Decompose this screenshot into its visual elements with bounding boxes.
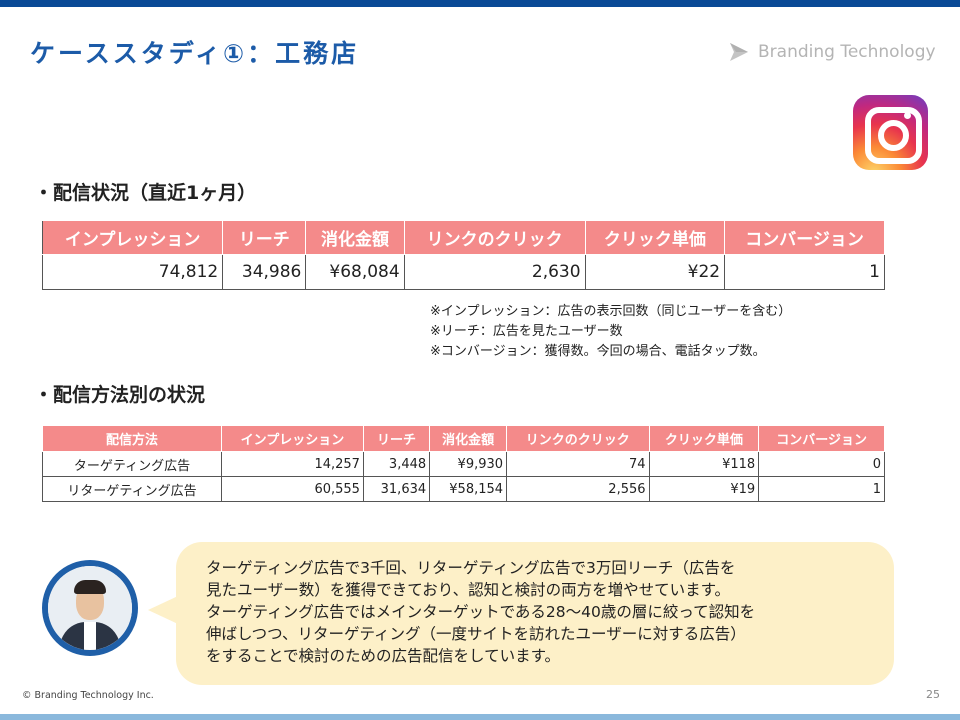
cell-cpc: ¥118: [648, 451, 760, 477]
cell-impressions: 74,812: [41, 254, 224, 290]
note-impressions: ※インプレッション：広告の表示回数（同じユーザーを含む）: [430, 304, 792, 319]
instagram-icon: [853, 95, 928, 170]
cell-impressions: 14,257: [221, 451, 364, 477]
column-header-cpc: クリック単価: [584, 220, 726, 255]
cell-conversions: 1: [724, 254, 885, 290]
cell-method: ターゲティング広告: [42, 451, 222, 477]
cell-spend: ¥9,930: [429, 451, 508, 477]
cell-spend: ¥58,154: [429, 476, 508, 502]
cell-cpc: ¥22: [584, 254, 726, 290]
top-accent-bar: [0, 0, 960, 7]
comment-line: 伸ばしつつ、リターゲティング（一度サイトを訪れたユーザーに対する広告）: [206, 625, 746, 643]
section-heading-overview: ・配信状況（直近1ヶ月）: [34, 182, 257, 204]
copyright-footer: © Branding Technology Inc.: [22, 690, 154, 701]
by-method-table: 配信方法 インプレッション リーチ 消化金額 リンクのクリック クリック単価 コ…: [42, 425, 885, 502]
column-header-spend: 消化金額: [305, 220, 405, 255]
cell-method: リターゲティング広告: [42, 476, 222, 502]
comment-text: ターゲティング広告で3千回、リターゲティング広告で3万回リーチ（広告を 見たユー…: [206, 557, 886, 667]
cell-reach: 3,448: [362, 451, 431, 477]
comment-line: をすることで検討のための広告配信をしています。: [206, 647, 561, 665]
branding-technology-logo-icon: [730, 43, 748, 61]
cell-spend: ¥68,084: [305, 254, 405, 290]
slide-title: ケーススタディ①：工務店: [30, 39, 360, 68]
speech-bubble-tail: [148, 596, 178, 624]
comment-line: ターゲティング広告ではメインターゲットである28〜40歳の層に絞って認知を: [206, 603, 756, 621]
column-header-spend: 消化金額: [429, 425, 508, 452]
column-header-reach: リーチ: [362, 425, 431, 452]
cell-conversions: 1: [758, 476, 885, 502]
page-number: 25: [926, 688, 940, 701]
comment-line: 見たユーザー数）を獲得できており、認知と検討の両方を増やせています。: [206, 581, 731, 599]
comment-line: ターゲティング広告で3千回、リターゲティング広告で3万回リーチ（広告を: [206, 559, 736, 577]
logo-text: Branding Technology: [758, 42, 936, 62]
note-reach: ※リーチ：広告を見たユーザー数: [430, 324, 623, 339]
overview-table-header-row: インプレッション リーチ 消化金額 リンクのクリック クリック単価 コンバージョ…: [41, 220, 885, 255]
column-header-reach: リーチ: [222, 220, 307, 255]
cell-reach: 34,986: [222, 254, 307, 290]
table-row: ターゲティング広告 14,257 3,448 ¥9,930 74 ¥118 0: [42, 451, 885, 477]
cell-link-clicks: 74: [506, 451, 650, 477]
company-logo: Branding Technology: [728, 40, 936, 64]
column-header-conversions: コンバージョン: [724, 220, 885, 255]
cell-link-clicks: 2,630: [403, 254, 586, 290]
bottom-accent-bar: [0, 714, 960, 720]
speech-bubble: ターゲティング広告で3千回、リターゲティング広告で3万回リーチ（広告を 見たユー…: [176, 542, 894, 685]
column-header-method: 配信方法: [42, 425, 222, 452]
overview-table: インプレッション リーチ 消化金額 リンクのクリック クリック単価 コンバージョ…: [41, 220, 885, 290]
column-header-link-clicks: リンクのクリック: [506, 425, 650, 452]
column-header-cpc: クリック単価: [648, 425, 760, 452]
column-header-conversions: コンバージョン: [758, 425, 885, 452]
column-header-impressions: インプレッション: [221, 425, 364, 452]
cell-reach: 31,634: [362, 476, 431, 502]
table-row: リターゲティング広告 60,555 31,634 ¥58,154 2,556 ¥…: [42, 476, 885, 502]
cell-conversions: 0: [758, 451, 885, 477]
column-header-link-clicks: リンクのクリック: [403, 220, 586, 255]
overview-table-row: 74,812 34,986 ¥68,084 2,630 ¥22 1: [41, 254, 885, 290]
note-conversions: ※コンバージョン：獲得数。今回の場合、電話タップ数。: [430, 344, 766, 359]
section-heading-by-method: ・配信方法別の状況: [34, 384, 206, 406]
cell-impressions: 60,555: [221, 476, 364, 502]
column-header-impressions: インプレッション: [41, 220, 224, 255]
cell-link-clicks: 2,556: [506, 476, 650, 502]
by-method-table-header-row: 配信方法 インプレッション リーチ 消化金額 リンクのクリック クリック単価 コ…: [42, 425, 885, 452]
presenter-avatar: [42, 560, 138, 656]
metric-notes: ※インプレッション：広告の表示回数（同じユーザーを含む） ※リーチ：広告を見たユ…: [430, 302, 791, 362]
cell-cpc: ¥19: [648, 476, 760, 502]
